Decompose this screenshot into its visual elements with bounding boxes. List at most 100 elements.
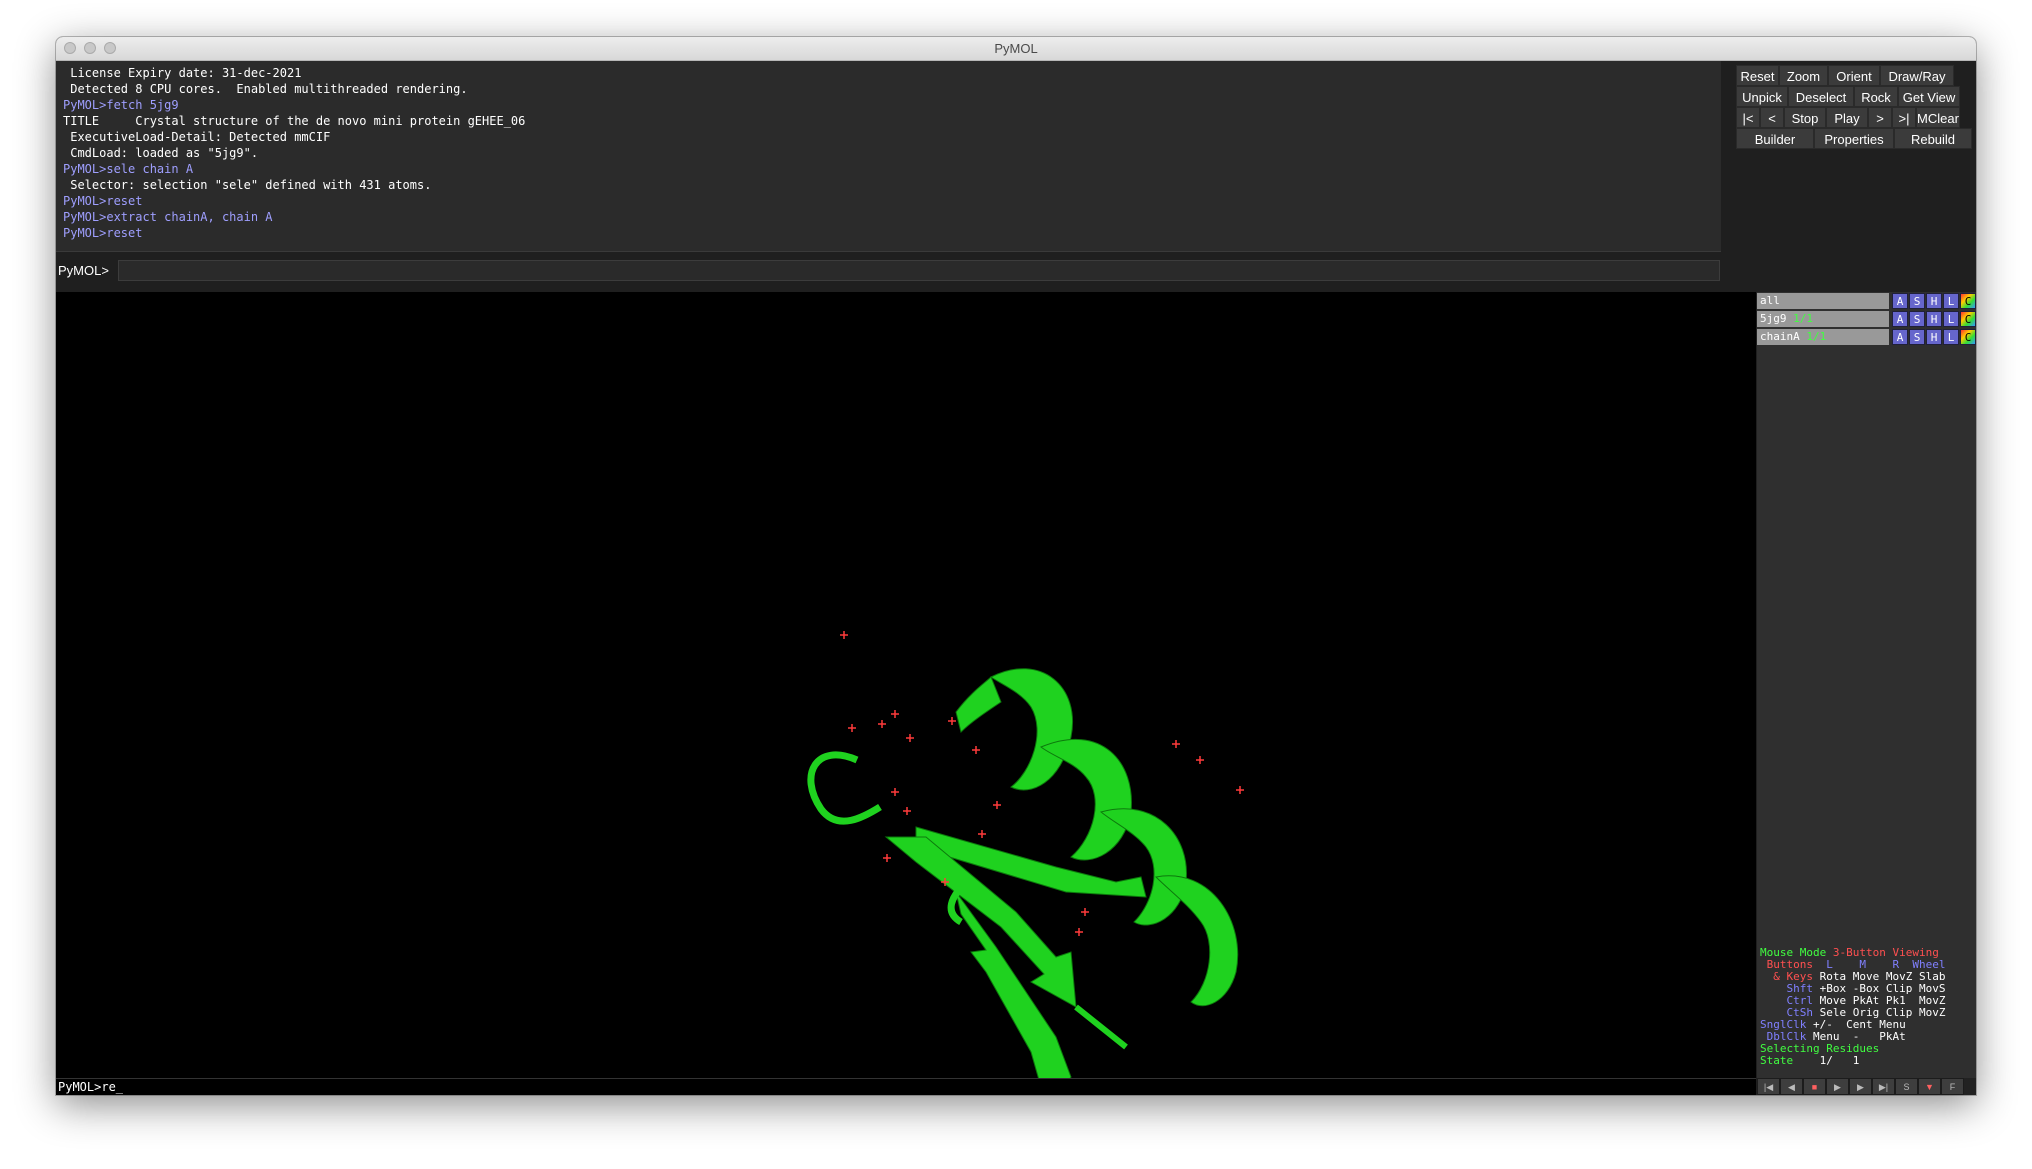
orient-button[interactable]: Orient [1828,65,1880,86]
window-title: PyMOL [994,41,1038,56]
object-name[interactable]: all [1757,293,1889,309]
object-row-chainA[interactable]: chainA 1/1 A S H L C [1757,329,1976,345]
command-prompt: PyMOL> [58,263,109,278]
object-color-button[interactable]: C [1960,311,1976,327]
object-state: 1/1 [1793,312,1813,325]
object-label-button[interactable]: L [1943,311,1959,327]
object-show-button[interactable]: S [1909,329,1925,345]
command-bar: PyMOL> [56,259,1722,283]
console-output-line: ExecutiveLoad-Detail: Detected mmCIF [63,130,331,144]
unpick-button[interactable]: Unpick [1736,86,1788,107]
rewind-button[interactable]: |< [1736,107,1760,128]
object-state: 1/1 [1806,330,1827,343]
console-command-line: PyMOL>reset [63,194,143,208]
water-marker [1081,908,1089,916]
builder-button[interactable]: Builder [1736,128,1814,149]
object-hide-button[interactable]: H [1926,329,1942,345]
forward-button[interactable]: > [1868,107,1892,128]
mouse-mode-help: Mouse Mode 3-Button Viewing Buttons L M … [1760,946,1946,1067]
console-output-line: TITLE Crystal structure of the de novo m… [63,114,526,128]
draw-ray-button[interactable]: Draw/Ray [1880,65,1954,86]
water-marker [1172,740,1180,748]
water-marker [978,830,986,838]
water-marker [878,720,886,728]
object-row-all[interactable]: all ASHLC [1757,293,1976,309]
status-bar: PyMOL>re_ [56,1078,1756,1095]
3d-viewport[interactable] [56,292,1756,1078]
water-marker [891,788,899,796]
water-marker [993,801,1001,809]
play-movie-button[interactable]: ▶ [1826,1078,1849,1095]
molecule-render [807,631,1244,1078]
prev-frame-button[interactable]: ◀ [1780,1078,1803,1095]
object-show-button[interactable]: S [1909,311,1925,327]
object-name-label: all [1760,294,1780,307]
loop-segment [807,751,882,825]
object-name-label: chainA [1760,330,1800,343]
protein-cartoon [807,668,1239,1078]
console-output-line: CmdLoad: loaded as "5jg9". [63,146,259,160]
movie-controls: |◀ ◀ ■ ▶ ▶ ▶| S ▼ F [1757,1078,1976,1095]
play-button[interactable]: Play [1826,107,1868,128]
fullscreen-button[interactable]: F [1941,1078,1964,1095]
water-marker [883,854,891,862]
object-show-button[interactable]: S [1909,293,1925,309]
scene-button[interactable]: S [1895,1078,1918,1095]
object-panel: all A S H L C 5jg9 1/1 A S H L CchainA 1/1 A S H L C Mo… [1757,292,1976,1078]
water-marker [891,710,899,718]
reset-button[interactable]: Reset [1736,65,1779,86]
object-color-button[interactable]: C [1960,329,1976,345]
water-marker [1075,928,1083,936]
console-command-line: PyMOL>extract chainA, chain A [63,210,273,224]
object-hide-button[interactable]: H [1926,311,1942,327]
object-action-button[interactable]: A [1892,293,1908,309]
console-output-line: License Expiry date: 31-dec-2021 [63,66,302,80]
object-hide-button[interactable]: H [1926,293,1942,309]
next-frame-button[interactable]: ▶ [1849,1078,1872,1095]
object-action-button[interactable]: A [1892,329,1908,345]
water-marker [903,807,911,815]
object-color-button[interactable]: C [1960,293,1976,309]
water-marker [1196,756,1204,764]
control-button-panel: Reset Zoom Orient Draw/Ray Unpick Desele… [1736,61,1976,185]
object-label-button[interactable]: L [1943,329,1959,345]
stop-movie-button[interactable]: ■ [1803,1078,1826,1095]
water-marker [848,724,856,732]
back-button[interactable]: < [1760,107,1784,128]
object-name[interactable]: chainA 1/1 [1757,329,1889,345]
title-bar[interactable]: PyMOL [56,37,1976,61]
helix-turn-1 [990,668,1073,791]
helix-connector [955,676,1002,733]
strand-tip [1074,1004,1128,1050]
water-marker [948,717,956,725]
get-view-button[interactable]: Get View [1898,86,1960,107]
console-command-line: PyMOL>fetch 5jg9 [63,98,179,112]
first-frame-button[interactable]: |◀ [1757,1078,1780,1095]
console-command-line: PyMOL>reset [63,226,143,240]
object-row-5jg9[interactable]: 5jg9 1/1 A S H L C [1757,311,1976,327]
console-command-line: PyMOL>sele chain A [63,162,194,176]
water-marker [840,631,848,639]
end-button[interactable]: >| [1892,107,1916,128]
command-input[interactable] [118,260,1720,281]
stop-button[interactable]: Stop [1784,107,1826,128]
rock-button[interactable]: Rock [1854,86,1898,107]
console-output-line: Detected 8 CPU cores. Enabled multithrea… [63,82,468,96]
last-frame-button[interactable]: ▶| [1872,1078,1895,1095]
menu-button[interactable]: ▼ [1918,1078,1941,1095]
pymol-window: PyMOL License Expiry date: 31-dec-2021 D… [56,37,1976,1095]
status-text: PyMOL>re_ [58,1080,124,1094]
mclear-button[interactable]: MClear [1916,107,1960,128]
object-label-button[interactable]: L [1943,293,1959,309]
zoom-button[interactable]: Zoom [1779,65,1828,86]
output-console[interactable]: License Expiry date: 31-dec-2021 Detecte… [56,61,1721,252]
water-marker [972,746,980,754]
properties-button[interactable]: Properties [1814,128,1894,149]
console-output-line: Selector: selection "sele" defined with … [63,178,432,192]
object-name-label: 5jg9 [1760,312,1787,325]
water-marker [906,734,914,742]
object-name[interactable]: 5jg9 1/1 [1757,311,1889,327]
object-action-button[interactable]: A [1892,311,1908,327]
deselect-button[interactable]: Deselect [1788,86,1854,107]
rebuild-button[interactable]: Rebuild [1894,128,1972,149]
